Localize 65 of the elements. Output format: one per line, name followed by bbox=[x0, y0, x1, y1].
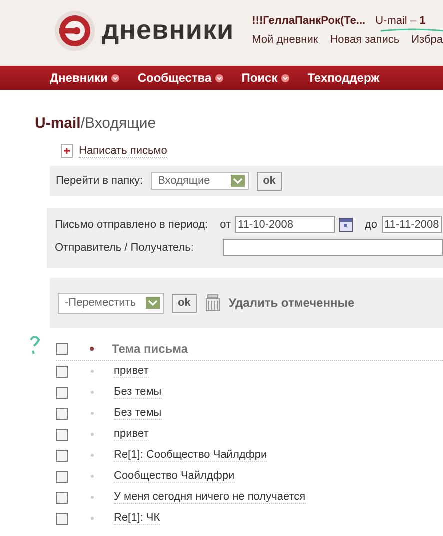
message-subject-link[interactable]: Re[1]: Сообщество Чайлдфри bbox=[114, 449, 268, 462]
move-select[interactable]: -Переместить bbox=[58, 292, 164, 314]
sender-label: Отправитель / Получатель: bbox=[55, 242, 194, 254]
nav-menu-item[interactable]: Дневники bbox=[50, 71, 120, 85]
breadcrumb-separator: / bbox=[80, 115, 86, 132]
bullet-icon bbox=[91, 454, 94, 457]
bullet-icon bbox=[91, 433, 94, 436]
compose-link[interactable]: Написать письмо bbox=[79, 144, 168, 158]
row-checkbox[interactable] bbox=[56, 470, 68, 482]
calendar-icon[interactable] bbox=[339, 218, 354, 232]
logo-icon bbox=[54, 8, 96, 54]
delete-selected-link[interactable]: Удалить отмеченные bbox=[228, 296, 355, 310]
from-label: от bbox=[220, 218, 232, 230]
annotation-question-drawing bbox=[29, 334, 41, 356]
compose-icon bbox=[61, 144, 73, 158]
ok-button[interactable]: ok bbox=[172, 294, 197, 312]
message-subject-link[interactable]: Без темы bbox=[114, 386, 162, 399]
to-date-field[interactable]: 11-11-2008 bbox=[382, 216, 442, 233]
message-subject-link[interactable]: Re[1]: ЧК bbox=[114, 512, 160, 525]
bullet-icon bbox=[91, 370, 94, 373]
nav-menu-item[interactable]: Поиск bbox=[242, 71, 290, 85]
period-label: Письмо отправлено в период: bbox=[55, 218, 208, 230]
sender-field[interactable] bbox=[222, 239, 443, 256]
dropdown-arrow-icon bbox=[280, 74, 290, 82]
annotation-underline-drawing bbox=[380, 28, 443, 33]
dropdown-arrow-icon bbox=[146, 297, 160, 309]
nav-menu-item[interactable]: Техподдерж bbox=[308, 71, 380, 85]
row-checkbox[interactable] bbox=[56, 428, 68, 440]
logo-text[interactable]: дневники bbox=[102, 14, 234, 46]
dropdown-arrow-icon bbox=[231, 175, 246, 187]
subject-column-header: Тема письма bbox=[112, 342, 188, 356]
row-checkbox[interactable] bbox=[56, 366, 68, 378]
from-date-field[interactable]: 11-10-2008 bbox=[235, 216, 336, 233]
folder-label: Перейти в папку: bbox=[56, 175, 144, 187]
message-subject-link[interactable]: привет bbox=[114, 428, 149, 441]
bullet-icon bbox=[91, 517, 94, 520]
row-checkbox[interactable] bbox=[56, 386, 68, 398]
bullet-icon bbox=[91, 496, 94, 499]
page-title: Входящие bbox=[85, 115, 156, 132]
message-subject-link[interactable]: У меня сегодня ничего не получается bbox=[114, 491, 306, 504]
header-link[interactable]: Избра bbox=[412, 34, 443, 46]
umail-link[interactable]: U-mail – 1 bbox=[376, 14, 426, 26]
username-link[interactable]: !!!ГеллаПанкРок(Те... bbox=[252, 14, 366, 26]
umail-breadcrumb-link[interactable]: U-mail bbox=[35, 115, 81, 132]
row-checkbox[interactable] bbox=[56, 408, 68, 420]
row-checkbox[interactable] bbox=[56, 492, 68, 504]
select-all-checkbox[interactable] bbox=[56, 343, 68, 355]
ok-button[interactable]: ok bbox=[257, 172, 282, 190]
message-subject-link[interactable]: привет bbox=[114, 365, 149, 378]
header-link[interactable]: Новая запись bbox=[330, 34, 400, 46]
bullet-icon bbox=[91, 475, 94, 478]
message-subject-link[interactable]: Без темы bbox=[114, 407, 162, 420]
message-subject-link[interactable]: Сообщество Чайлдфри bbox=[114, 470, 235, 483]
bullet-icon bbox=[90, 347, 94, 351]
header-link[interactable]: Мой дневник bbox=[252, 34, 318, 46]
to-label: до bbox=[365, 218, 378, 230]
row-checkbox[interactable] bbox=[56, 512, 68, 524]
dropdown-arrow-icon bbox=[110, 74, 120, 82]
bullet-icon bbox=[91, 412, 94, 415]
bullet-icon bbox=[91, 391, 94, 394]
row-checkbox[interactable] bbox=[56, 450, 68, 462]
nav-menu-item[interactable]: Сообщества bbox=[138, 71, 224, 85]
trash-icon[interactable] bbox=[204, 294, 221, 312]
dropdown-arrow-icon bbox=[214, 74, 224, 82]
folder-select[interactable]: Входящие bbox=[151, 172, 250, 190]
